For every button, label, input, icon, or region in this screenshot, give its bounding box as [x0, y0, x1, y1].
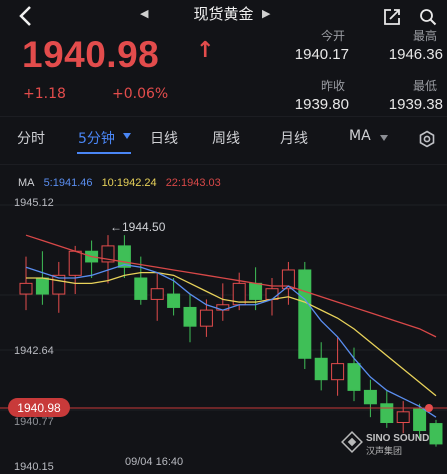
- price-change-percent: +0.06%: [112, 86, 169, 102]
- current-price-tag: 1940.98: [0, 398, 447, 417]
- x-tick-label: 09/04 16:40: [125, 456, 183, 468]
- y-tick-label: 1940.15: [14, 461, 54, 473]
- y-tick-label: 1945.12: [14, 197, 54, 209]
- candle: [150, 272, 164, 321]
- divider: [0, 164, 447, 165]
- up-arrow-icon: ↑: [196, 38, 215, 63]
- candle: [19, 256, 33, 311]
- candle: [183, 294, 197, 343]
- tab-monthly[interactable]: 月线: [280, 128, 308, 148]
- divider: [0, 116, 447, 117]
- max-price-annotation: ←1944.50: [110, 220, 166, 234]
- candle: [314, 342, 328, 391]
- candle: [85, 240, 99, 278]
- tab-5min[interactable]: 5分钟: [78, 128, 115, 148]
- candle: [347, 347, 361, 402]
- candlestick-chart[interactable]: 1945.12 1942.64 1940.15 09/04 16:40 ←194…: [0, 192, 447, 474]
- sub-price-label: 1940.77: [14, 416, 54, 428]
- candle: [52, 261, 66, 313]
- tab-weekly[interactable]: 周线: [212, 128, 240, 148]
- low-value: 1939.38: [388, 96, 443, 113]
- brand-watermark: SINO SOUND 汉声集团: [341, 431, 429, 457]
- watermark-brand-cn: 汉声集团: [366, 445, 402, 457]
- ma-legend: MA 5:1941.46 10:1942.24 22:1943.03: [18, 177, 227, 189]
- ma10-value: 10:1942.24: [101, 177, 157, 189]
- last-price: 1940.98: [22, 34, 160, 75]
- ma-legend-title: MA: [18, 177, 35, 189]
- tab-intraday[interactable]: 分时: [17, 128, 45, 148]
- ma22-line: [25, 234, 437, 338]
- share-icon[interactable]: [383, 8, 401, 26]
- high-label: 最高: [412, 29, 437, 43]
- open-value: 1940.17: [294, 46, 349, 63]
- current-price-tag-text: 1940.98: [17, 401, 61, 415]
- price-change: +1.18: [23, 86, 66, 102]
- prev-close-label: 昨收: [320, 79, 345, 93]
- gear-icon[interactable]: [418, 130, 436, 148]
- candle: [298, 261, 312, 369]
- y-tick-label: 1942.64: [14, 345, 54, 357]
- prev-close-value: 1939.80: [294, 96, 349, 113]
- watermark-brand-en: SINO SOUND: [366, 433, 429, 444]
- ma10-line: [26, 271, 437, 397]
- high-value: 1946.36: [388, 46, 443, 63]
- tab-indicator-ma[interactable]: MA: [349, 128, 371, 144]
- active-tab-indicator: [77, 152, 131, 154]
- candle: [429, 419, 443, 447]
- triangle-right-icon[interactable]: ▶: [262, 2, 270, 26]
- low-label: 最低: [412, 79, 437, 93]
- candle: [363, 379, 377, 418]
- caret-down-icon[interactable]: [123, 133, 131, 139]
- candle: [331, 336, 345, 396]
- candle: [396, 401, 410, 434]
- triangle-left-icon[interactable]: ◀: [140, 2, 148, 26]
- caret-down-icon[interactable]: [380, 135, 388, 141]
- search-icon[interactable]: [419, 8, 437, 26]
- candle: [380, 390, 394, 428]
- page-title: 现货黄金: [193, 5, 254, 23]
- brand-logo-icon: [341, 431, 363, 453]
- ma22-value: 22:1943.03: [165, 177, 221, 189]
- candle: [216, 283, 230, 321]
- ma5-value: 5:1941.46: [43, 177, 93, 189]
- title-bar: ◀ 现货黄金 ▶: [0, 2, 447, 26]
- open-label: 今开: [320, 29, 345, 43]
- candle: [117, 235, 131, 278]
- tab-daily[interactable]: 日线: [150, 128, 178, 148]
